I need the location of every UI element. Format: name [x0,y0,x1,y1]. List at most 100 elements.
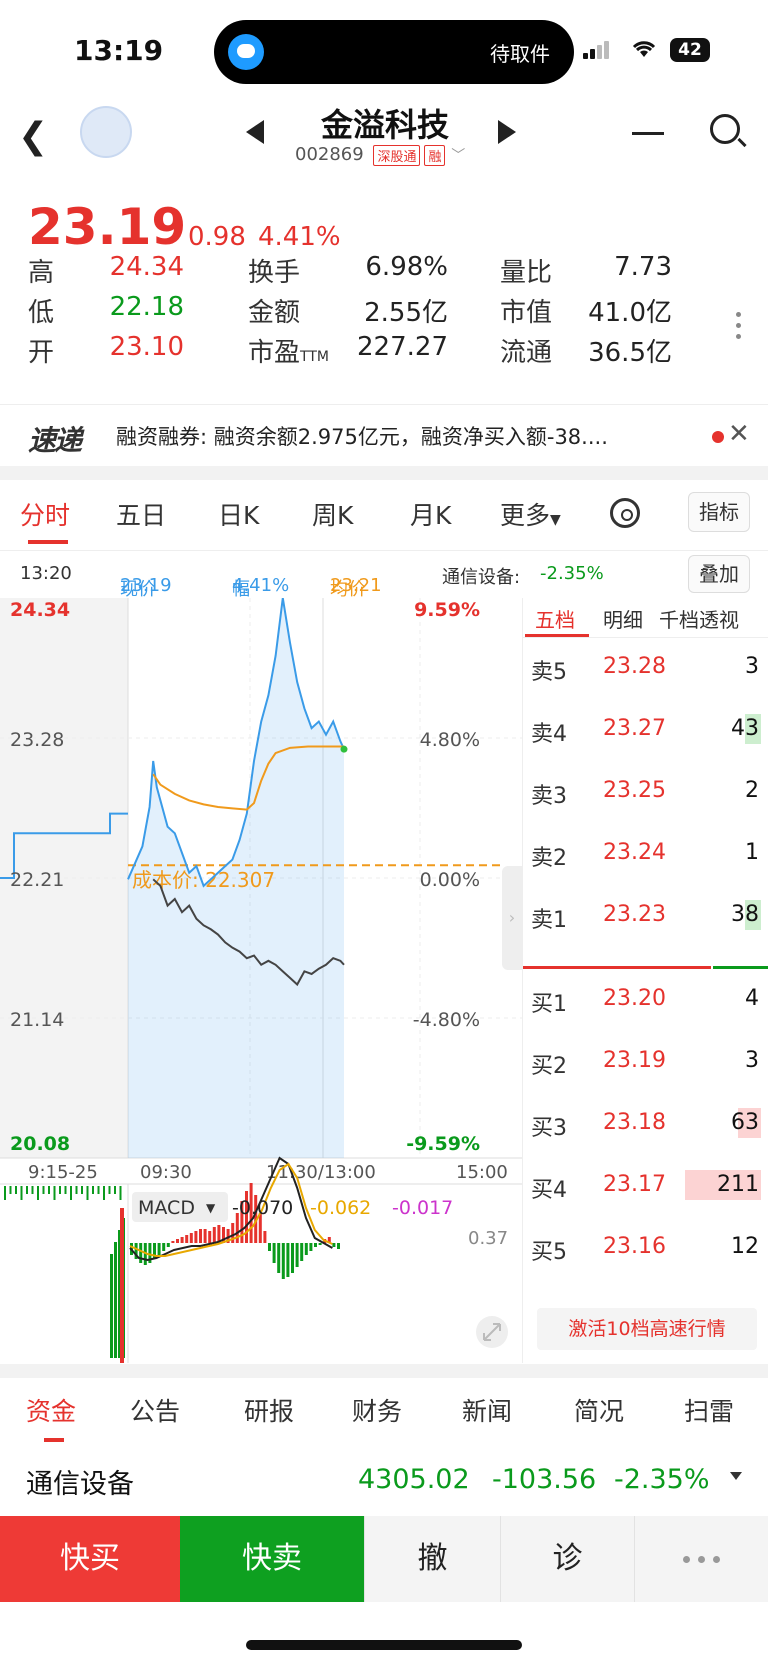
chevron-down-icon: ﹀ [451,148,466,164]
macd-bar [185,1235,189,1243]
level-label: 卖2 [531,846,567,871]
quick-buy-button[interactable]: 快买 [0,1516,180,1602]
sell-level-row[interactable]: 卖4 23.27 43 [523,710,768,750]
level-volume: 3 [745,1048,759,1073]
stat-value-high: 24.34 [109,252,184,282]
level-volume: 3 [745,654,759,679]
minus-icon[interactable] [632,132,664,135]
buy-level-row[interactable]: 买5 23.16 12 [523,1228,768,1268]
tab-risk-scan[interactable]: 扫雷 [684,1392,734,1428]
sector-label: 通信设备: [442,567,521,588]
collapse-handle[interactable]: › [502,866,522,970]
buy-level-row[interactable]: 买1 23.20 4 [523,980,768,1020]
avatar[interactable] [80,106,132,158]
level-label: 卖1 [531,908,567,933]
next-stock-icon[interactable] [498,120,516,144]
back-icon[interactable]: ❮ [18,116,48,157]
cancel-order-button[interactable]: 撤 [364,1516,500,1602]
tab-finance[interactable]: 财务 [352,1392,402,1428]
tab-five-levels[interactable]: 五档 [535,604,575,633]
macd-bar [157,1243,161,1255]
search-icon[interactable] [710,114,740,144]
level-volume: 43 [731,716,759,741]
indicator-button[interactable]: 指标 [688,492,750,532]
level-price: 23.24 [603,840,666,865]
quick-sell-button[interactable]: 快卖 [180,1516,364,1602]
macd-hist: -0.017 [392,1197,453,1219]
level-price: 23.17 [603,1172,666,1197]
macd-bar [337,1243,340,1249]
tab-more[interactable]: 更多▼ [500,496,561,532]
macd-bar [295,1243,299,1267]
sell-level-row[interactable]: 卖3 23.25 2 [523,772,768,812]
dynamic-island[interactable]: 待取件 [214,20,574,84]
stat-value-open: 23.10 [109,332,184,362]
chevron-down-icon[interactable] [730,1472,742,1480]
tab-daily-k[interactable]: 日K [218,496,259,532]
tab-depth[interactable]: 千档透视 [659,604,739,633]
news-ticker[interactable]: 速递 融资融券: 融资余额2.975亿元，融资净买入额-38.... ✕ [0,404,768,464]
level-label: 买1 [531,992,567,1017]
prev-stock-icon[interactable] [246,120,264,144]
last-price-dot [340,745,348,753]
buy-level-row[interactable]: 买2 23.19 3 [523,1042,768,1082]
sell-level-row[interactable]: 卖5 23.28 3 [523,648,768,688]
macd-bars [4,1156,340,1363]
stat-value-turnover: 6.98% [365,252,448,282]
ticker-text[interactable]: 融资融券: 融资余额2.975亿元，融资净买入额-38.... [116,421,686,451]
level-volume: 63 [731,1110,759,1135]
stat-label-float: 流通 [500,338,553,368]
more-vertical-icon[interactable] [736,312,742,345]
level-label: 卖3 [531,784,567,809]
macd-scale: 0.37 [468,1228,508,1249]
tab-intraday[interactable]: 分时 [20,496,70,532]
sector-row[interactable]: 通信设备 4305.02 -103.56 -2.35% [0,1442,768,1514]
home-indicator[interactable] [246,1640,522,1650]
tab-funds[interactable]: 资金 [26,1392,76,1428]
sell-level-row[interactable]: 卖2 23.24 1 [523,834,768,874]
tab-details[interactable]: 明细 [603,604,643,633]
tab-five-day[interactable]: 五日 [116,496,166,532]
express-logo: 速递 [28,424,82,457]
tab-monthly-k[interactable]: 月K [410,496,451,532]
macd-bar [166,1243,170,1247]
macd-bar [212,1227,216,1243]
y-tick-right-0: 9.59% [414,599,480,621]
y-tick-right-2: 0.00% [420,869,480,891]
premarket-volume-bar [103,1186,105,1200]
stat-label-low: 低 [28,298,55,328]
overlay-button[interactable]: 叠加 [688,555,750,593]
diagnose-button[interactable]: 诊 [500,1516,634,1602]
macd-bar [199,1229,202,1243]
level-price: 23.19 [603,1048,666,1073]
tab-news[interactable]: 新闻 [462,1392,512,1428]
tab-profile[interactable]: 简况 [574,1392,624,1428]
tab-research[interactable]: 研报 [244,1392,294,1428]
activate-level10-button[interactable]: 激活10档高速行情 [537,1308,757,1350]
sell-level-row[interactable]: 卖1 23.23 38 [523,896,768,936]
cursor-time: 13:20 [20,563,72,584]
chart-svg[interactable]: 成本价: 22.307 24.34 9.59%23.28 4.80%22.21 0.0… [0,598,522,1363]
stat-label-high: 高 [28,258,55,288]
close-icon[interactable]: ✕ [728,419,750,449]
gear-icon[interactable] [610,498,640,528]
tab-weekly-k[interactable]: 周K [312,496,353,532]
premarket-volume-bar [81,1186,83,1194]
x-tick-premarket: 9:15-25 [28,1162,98,1183]
stock-code-row[interactable]: 002869 深股通融 ﹀ [295,144,465,166]
intraday-chart[interactable]: 成本价: 22.307 24.34 9.59% 23.28 4.80% 22.21 0.0… [0,598,522,1363]
chart-tabs: 分时 五日 日K 周K 月K 更多▼ 指标 [0,480,768,546]
buy-level-row[interactable]: 买4 23.17 211 [523,1166,768,1206]
premarket-volume-bar [110,1254,113,1358]
y-tick-right-1: 4.80% [420,729,480,751]
level-price: 23.27 [603,716,666,741]
active-tab-underline [28,540,68,544]
sgt-tag: 深股通 [373,144,421,166]
premarket-volume-bar [48,1186,50,1194]
stat-value-low: 22.18 [109,292,184,322]
tab-announcements[interactable]: 公告 [130,1392,180,1428]
more-horizontal-icon[interactable] [634,1516,768,1602]
sector-change-abs: -103.56 [492,1464,597,1495]
price-change-pct: 4.41% [258,222,341,252]
buy-level-row[interactable]: 买3 23.18 63 [523,1104,768,1144]
